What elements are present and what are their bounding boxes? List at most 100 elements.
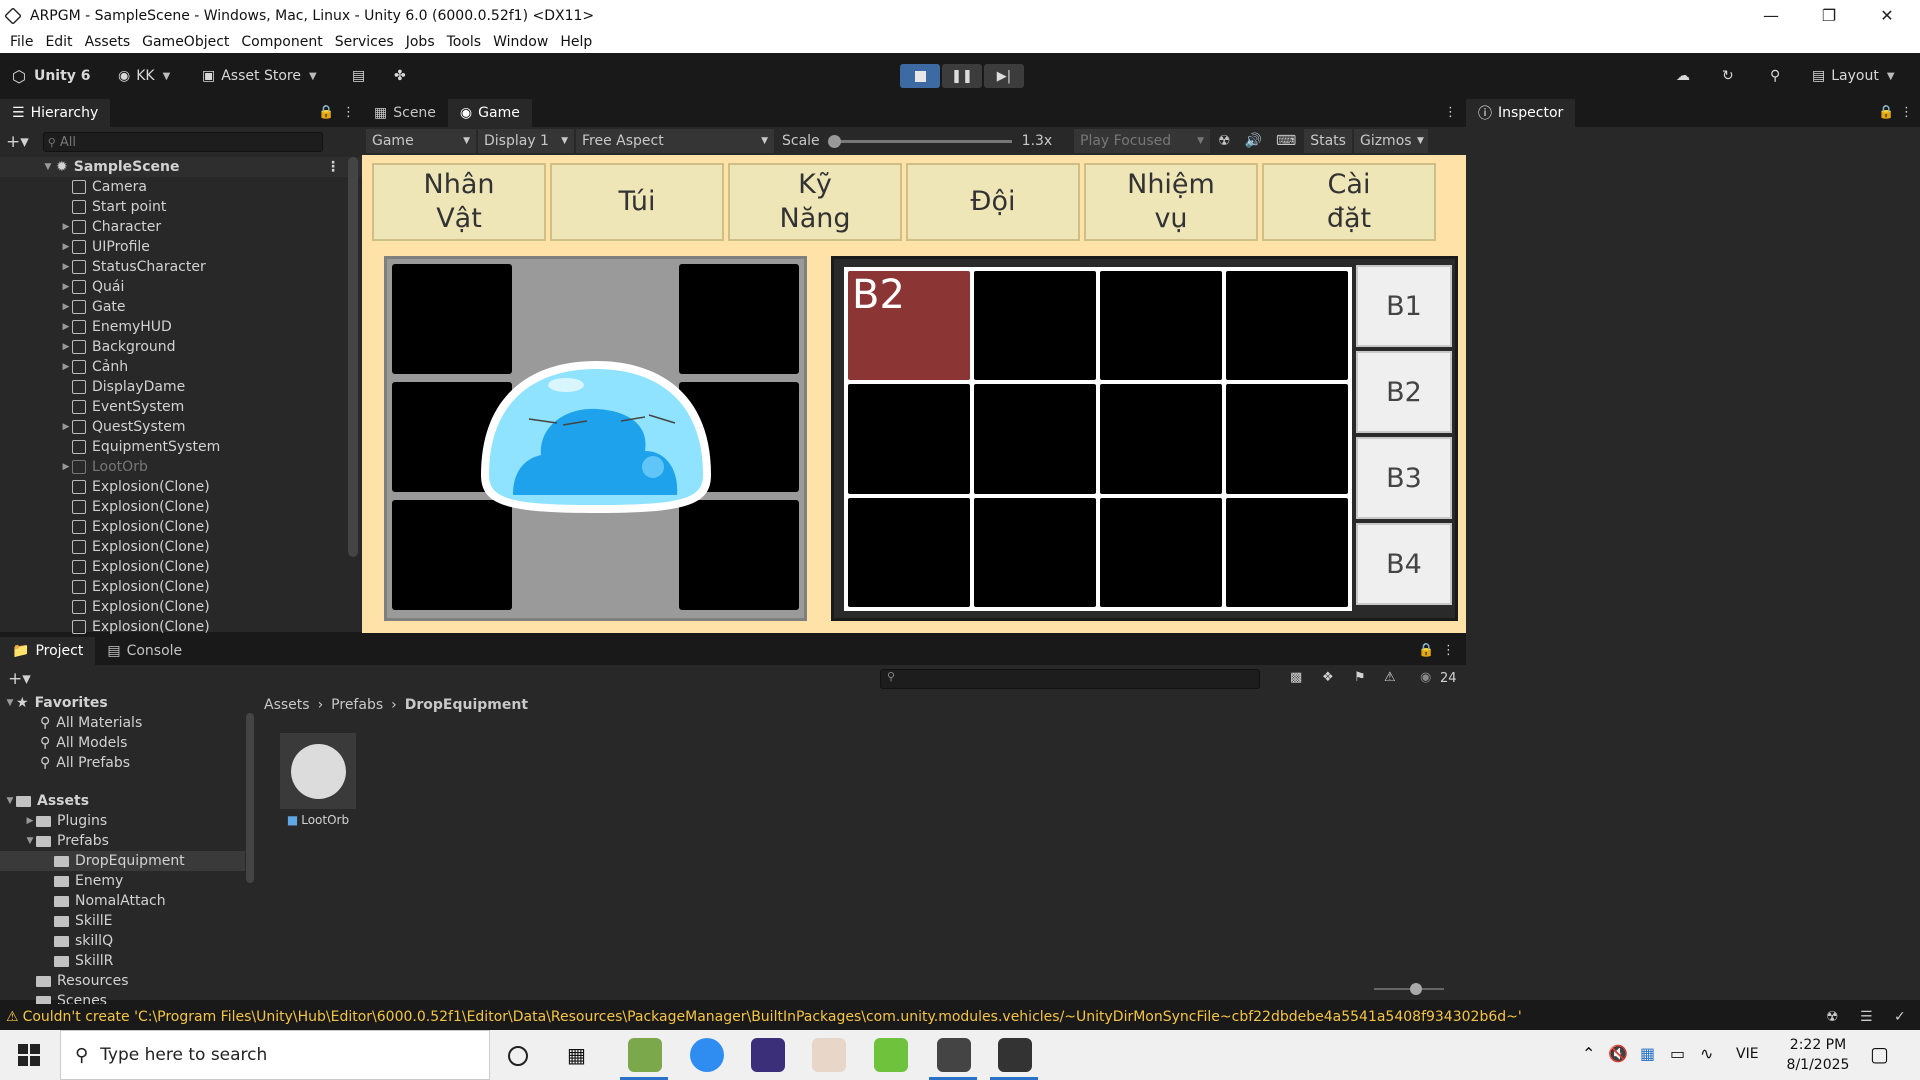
- language-indicator[interactable]: VIE: [1736, 1046, 1759, 1062]
- hierarchy-item[interactable]: Explosion(Clone): [0, 617, 362, 637]
- bluestacks-icon[interactable]: [874, 1038, 908, 1072]
- check-icon[interactable]: ✓: [1894, 1009, 1906, 1025]
- project-search-input[interactable]: ⚲: [880, 669, 1260, 689]
- cloud-icon[interactable]: ☁: [1676, 68, 1690, 84]
- warning-filter-icon[interactable]: ⚠: [1384, 670, 1396, 685]
- play-button[interactable]: [900, 64, 940, 88]
- expand-arrow-icon[interactable]: ▶: [60, 422, 72, 432]
- inventory-cell[interactable]: [1100, 271, 1222, 381]
- menu-gameobject[interactable]: GameObject: [142, 34, 229, 50]
- asset-folder-item[interactable]: SkillR: [0, 951, 245, 971]
- menu-jobs[interactable]: Jobs: [406, 34, 435, 50]
- hierarchy-item[interactable]: Explosion(Clone): [0, 497, 362, 517]
- thumbnail-size-thumb[interactable]: [1410, 983, 1422, 995]
- scale-slider-thumb[interactable]: [827, 134, 841, 148]
- bag-tab-b2[interactable]: B2: [1356, 351, 1452, 433]
- menu-component[interactable]: Component: [241, 34, 322, 50]
- battery-icon[interactable]: ▭: [1670, 1044, 1685, 1063]
- more-icon[interactable]: ⋮: [342, 105, 355, 120]
- hierarchy-item[interactable]: Explosion(Clone): [0, 517, 362, 537]
- volume-muted-icon[interactable]: 🔇: [1608, 1044, 1628, 1063]
- expand-arrow-icon[interactable]: ▶: [60, 262, 72, 272]
- inventory-cell[interactable]: [1226, 497, 1348, 607]
- asset-folder-item[interactable]: NomalAttach: [0, 891, 245, 911]
- keyboard-icon[interactable]: ⌨: [1270, 129, 1302, 153]
- tab-console[interactable]: ▤ Console: [95, 637, 194, 665]
- expand-arrow-icon[interactable]: ▼: [4, 698, 16, 708]
- filter-label-icon[interactable]: ❖: [1322, 670, 1334, 685]
- breadcrumb-item[interactable]: DropEquipment: [405, 697, 528, 713]
- hierarchy-item[interactable]: DisplayDame: [0, 377, 362, 397]
- asset-folder-item[interactable]: ▼ Prefabs: [0, 831, 245, 851]
- favorite-item[interactable]: ⚲ All Prefabs: [0, 753, 245, 773]
- expand-arrow-icon[interactable]: ▶: [24, 816, 36, 826]
- aspect-dropdown[interactable]: Free Aspect ▼: [576, 129, 774, 153]
- inventory-cell[interactable]: [974, 271, 1096, 381]
- more-icon[interactable]: ⋮: [1442, 643, 1455, 658]
- scale-slider[interactable]: [827, 134, 1012, 148]
- unity-editor-icon[interactable]: [998, 1038, 1032, 1072]
- lock-icon[interactable]: 🔒: [318, 105, 334, 120]
- filter-type-icon[interactable]: ▩: [1290, 670, 1302, 685]
- tab-scene[interactable]: ▦ Scene: [362, 99, 448, 127]
- hierarchy-item[interactable]: ▶ LootOrb: [0, 457, 362, 477]
- expand-arrow-icon[interactable]: ▶: [60, 362, 72, 372]
- asset-folder-item[interactable]: ▶ Plugins: [0, 811, 245, 831]
- zalo-icon[interactable]: [690, 1038, 724, 1072]
- hidden-eye-icon[interactable]: ◉: [1420, 670, 1431, 685]
- cortana-icon[interactable]: [508, 1046, 528, 1066]
- expand-arrow-icon[interactable]: ▼: [24, 836, 36, 846]
- menu-file[interactable]: File: [10, 34, 33, 50]
- menu-btn-bag[interactable]: Túi: [550, 163, 724, 241]
- hierarchy-item[interactable]: Explosion(Clone): [0, 477, 362, 497]
- cache-icon[interactable]: ☰: [1860, 1009, 1873, 1025]
- inventory-cell-selected[interactable]: B2: [848, 271, 970, 381]
- inventory-cell[interactable]: [974, 497, 1096, 607]
- taskbar-search-box[interactable]: ⚲ Type here to search: [60, 1030, 490, 1080]
- hierarchy-item[interactable]: Camera: [0, 177, 362, 197]
- step-button[interactable]: ▶|: [984, 64, 1024, 88]
- scene-root[interactable]: ▼ ✹ SampleScene ⋮: [0, 157, 362, 177]
- inventory-cell[interactable]: [974, 384, 1096, 494]
- expand-arrow-icon[interactable]: ▼: [4, 796, 16, 806]
- hierarchy-item[interactable]: Explosion(Clone): [0, 577, 362, 597]
- close-icon[interactable]: ✕: [1864, 0, 1910, 31]
- menu-edit[interactable]: Edit: [45, 34, 72, 50]
- asset-folder-item[interactable]: Enemy: [0, 871, 245, 891]
- hierarchy-scrollbar[interactable]: [348, 157, 358, 557]
- asset-folder-item[interactable]: skillQ: [0, 931, 245, 951]
- hierarchy-item[interactable]: ▶ Quái: [0, 277, 362, 297]
- hierarchy-item[interactable]: Explosion(Clone): [0, 557, 362, 577]
- breadcrumb-item[interactable]: Prefabs: [331, 697, 383, 713]
- menu-btn-skill[interactable]: Kỹ Năng: [728, 163, 902, 241]
- add-icon[interactable]: +▾: [8, 669, 31, 689]
- inventory-cell[interactable]: [1226, 384, 1348, 494]
- asset-tile[interactable]: ■ LootOrb: [280, 733, 356, 827]
- clock[interactable]: 2:22 PM 8/1/2025: [1778, 1035, 1858, 1075]
- breadcrumb-item[interactable]: Assets: [264, 697, 310, 713]
- app-tray-icon[interactable]: ▦: [1640, 1044, 1655, 1063]
- thumbnail-size-slider[interactable]: [1374, 983, 1444, 995]
- menu-assets[interactable]: Assets: [85, 34, 131, 50]
- menu-btn-settings[interactable]: Cài đặt: [1262, 163, 1436, 241]
- layout-dropdown[interactable]: ▤ Layout ▼: [1812, 68, 1895, 84]
- game-launcher-icon[interactable]: [751, 1038, 785, 1072]
- expand-arrow-icon[interactable]: ▶: [60, 282, 72, 292]
- windows-start-icon[interactable]: [18, 1044, 40, 1066]
- inventory-cell[interactable]: [1226, 271, 1348, 381]
- more-icon[interactable]: ⋮: [1900, 105, 1913, 120]
- chevron-up-icon[interactable]: ⌃: [1582, 1044, 1595, 1063]
- play-mode-dropdown[interactable]: Play Focused ▼: [1074, 129, 1210, 153]
- hierarchy-item[interactable]: ▶ Cảnh: [0, 357, 362, 377]
- menu-btn-character[interactable]: Nhân Vật: [372, 163, 546, 241]
- favorite-item[interactable]: ⚲ All Models: [0, 733, 245, 753]
- expand-arrow-icon[interactable]: ▶: [60, 322, 72, 332]
- hierarchy-item[interactable]: ▶ Character: [0, 217, 362, 237]
- menu-tools[interactable]: Tools: [447, 34, 482, 50]
- more-icon[interactable]: ⋮: [326, 159, 340, 175]
- inventory-cell[interactable]: [848, 497, 970, 607]
- menu-btn-team[interactable]: Đội: [906, 163, 1080, 241]
- minimize-icon[interactable]: —: [1748, 0, 1794, 31]
- version-control-icon[interactable]: ✤: [394, 68, 406, 84]
- asset-store-dropdown[interactable]: ▣ Asset Store ▼: [202, 68, 317, 84]
